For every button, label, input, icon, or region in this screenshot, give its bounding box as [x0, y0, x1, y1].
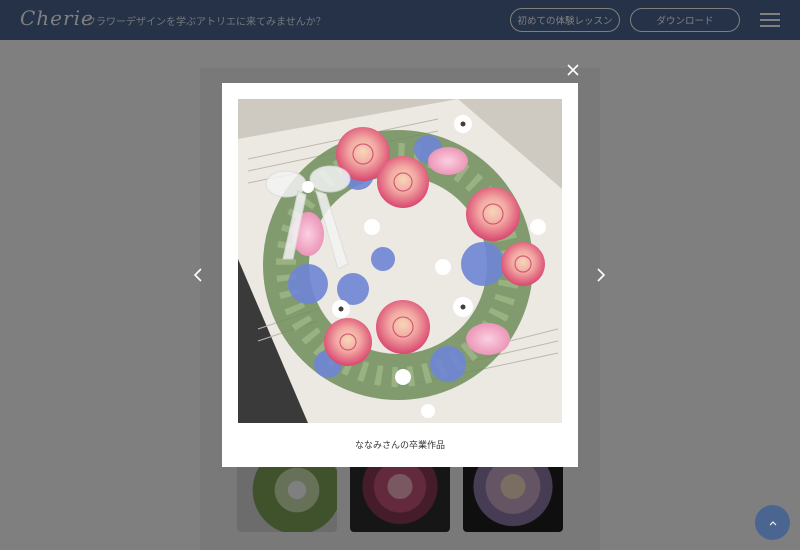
arrow-up-icon	[769, 520, 776, 525]
lightbox-prev-button[interactable]	[186, 262, 210, 288]
lightbox-image	[238, 99, 562, 423]
scroll-to-top-button[interactable]	[755, 505, 790, 540]
close-icon	[567, 64, 579, 76]
lightbox-next-button[interactable]	[589, 262, 613, 288]
lightbox-close-button[interactable]	[562, 59, 584, 81]
chevron-left-icon	[193, 268, 202, 282]
chevron-right-icon	[597, 268, 606, 282]
lightbox-caption: ななみさんの卒業作品	[354, 441, 445, 451]
wreath-photo	[238, 99, 562, 423]
lightbox: ななみさんの卒業作品	[222, 83, 578, 467]
